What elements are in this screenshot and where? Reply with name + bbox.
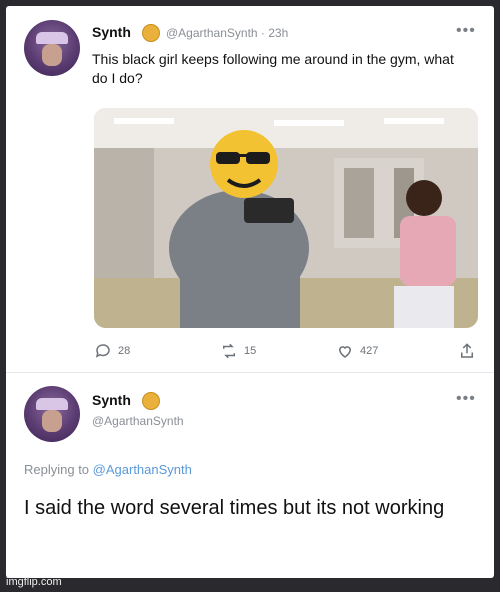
retweet-count: 15 xyxy=(244,345,257,357)
tweet-screenshot: Synth @AgarthanSynth · 23h ••• This blac… xyxy=(6,6,494,578)
retweet-icon xyxy=(223,343,235,359)
tweet-text: This black girl keeps following me aroun… xyxy=(92,51,454,86)
tweet-author-name[interactable]: Synth xyxy=(92,24,131,40)
share-icon xyxy=(461,343,473,358)
avatar[interactable] xyxy=(24,20,80,76)
verified-badge-icon xyxy=(142,24,160,42)
reply-avatar[interactable] xyxy=(24,386,80,442)
reply-button[interactable]: 28 xyxy=(94,342,130,360)
reply-author-name[interactable]: Synth xyxy=(92,392,131,408)
replying-to-line: Replying to @AgarthanSynth xyxy=(24,462,192,477)
reply-verified-badge-icon xyxy=(142,392,160,410)
more-options-button[interactable]: ••• xyxy=(456,22,476,40)
tweet-author-handle[interactable]: @AgarthanSynth · 23h xyxy=(166,26,288,40)
reply-icon xyxy=(95,344,110,358)
heart-icon xyxy=(338,346,352,358)
divider xyxy=(6,372,494,373)
tweet-media-image[interactable] xyxy=(94,108,478,328)
imgflip-watermark: imgflip.com xyxy=(6,576,62,588)
tweet-timestamp: · 23h xyxy=(260,26,289,40)
like-button[interactable]: 427 xyxy=(336,342,378,360)
reply-count: 28 xyxy=(118,345,131,357)
share-button[interactable] xyxy=(458,342,476,360)
reply-text: I said the word several times but its no… xyxy=(24,497,445,519)
reply-more-options-button[interactable]: ••• xyxy=(456,390,476,408)
like-count: 427 xyxy=(360,345,379,357)
reply-author-handle[interactable]: @AgarthanSynth xyxy=(92,414,184,428)
gym-photo xyxy=(94,108,478,328)
replying-to-mention[interactable]: @AgarthanSynth xyxy=(93,462,192,477)
retweet-button[interactable]: 15 xyxy=(220,342,256,360)
